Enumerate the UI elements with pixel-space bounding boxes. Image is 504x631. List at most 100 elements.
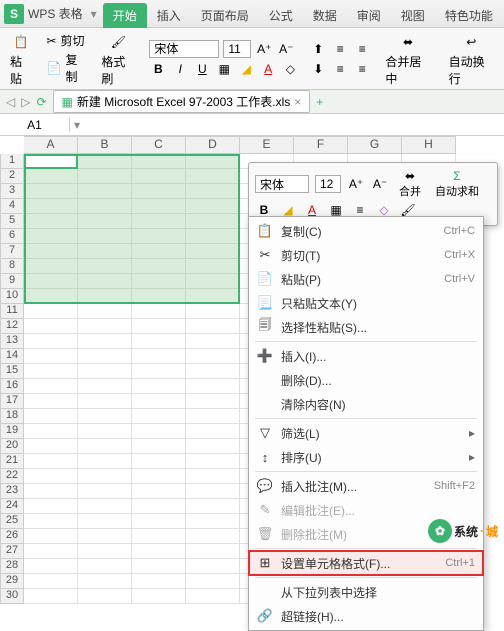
cell[interactable]	[132, 349, 186, 364]
align-bottom-icon[interactable]: ⬇	[309, 60, 327, 78]
cell[interactable]	[78, 529, 132, 544]
cell[interactable]	[78, 514, 132, 529]
cell[interactable]	[132, 574, 186, 589]
tab-特色功能[interactable]: 特色功能	[435, 3, 503, 28]
cell[interactable]	[78, 589, 132, 604]
cell[interactable]	[24, 574, 78, 589]
tab-公式[interactable]: 公式	[259, 3, 303, 28]
wrap-text-button[interactable]: ↩ 自动换行	[445, 29, 498, 89]
col-header-B[interactable]: B	[78, 136, 132, 154]
menu-item-插入I[interactable]: ➕插入(I)...	[249, 344, 483, 368]
row-header-19[interactable]: 19	[0, 424, 24, 439]
tab-审阅[interactable]: 审阅	[347, 3, 391, 28]
cell[interactable]	[24, 184, 78, 199]
document-tab[interactable]: ▦ 新建 Microsoft Excel 97-2003 工作表.xls ×	[53, 90, 311, 113]
row-header-3[interactable]: 3	[0, 184, 24, 199]
cell[interactable]	[78, 544, 132, 559]
cell[interactable]	[78, 289, 132, 304]
cell[interactable]	[78, 304, 132, 319]
cell[interactable]	[78, 244, 132, 259]
cell[interactable]	[186, 439, 240, 454]
cell[interactable]	[24, 394, 78, 409]
cell[interactable]	[132, 529, 186, 544]
cell[interactable]	[132, 379, 186, 394]
mini-decrease-font-icon[interactable]: A⁻	[371, 175, 389, 193]
col-header-C[interactable]: C	[132, 136, 186, 154]
mini-autosum-button[interactable]: Σ 自动求和	[431, 169, 483, 199]
cell[interactable]	[186, 229, 240, 244]
cell[interactable]	[186, 274, 240, 289]
col-header-G[interactable]: G	[348, 136, 402, 154]
cell[interactable]	[186, 319, 240, 334]
cell[interactable]	[186, 304, 240, 319]
cell[interactable]	[186, 589, 240, 604]
cell[interactable]	[132, 229, 186, 244]
cell[interactable]	[132, 364, 186, 379]
cell[interactable]	[78, 499, 132, 514]
cell[interactable]	[24, 589, 78, 604]
cell[interactable]	[132, 319, 186, 334]
cell[interactable]	[78, 364, 132, 379]
menu-item-排序U[interactable]: ↕排序(U)▸	[249, 445, 483, 469]
cell[interactable]	[132, 394, 186, 409]
row-headers[interactable]: 1234567891011121314151617181920212223242…	[0, 154, 24, 604]
font-name-select[interactable]	[149, 40, 219, 58]
row-header-8[interactable]: 8	[0, 259, 24, 274]
cell[interactable]	[132, 244, 186, 259]
column-headers[interactable]: ABCDEFGH	[24, 136, 504, 154]
clear-format-icon[interactable]: ◇	[281, 60, 299, 78]
row-header-15[interactable]: 15	[0, 364, 24, 379]
namebox-dropdown-icon[interactable]: ▾	[70, 118, 84, 132]
cell[interactable]	[24, 409, 78, 424]
row-header-12[interactable]: 12	[0, 319, 24, 334]
cell[interactable]	[24, 349, 78, 364]
format-painter-button[interactable]: 🖌 格式刷	[97, 29, 139, 89]
cell[interactable]	[132, 409, 186, 424]
col-header-F[interactable]: F	[294, 136, 348, 154]
cell[interactable]	[24, 499, 78, 514]
cell[interactable]	[186, 469, 240, 484]
cell[interactable]	[24, 529, 78, 544]
cell[interactable]	[78, 574, 132, 589]
row-header-30[interactable]: 30	[0, 589, 24, 604]
row-header-21[interactable]: 21	[0, 454, 24, 469]
underline-icon[interactable]: U	[193, 60, 211, 78]
name-box[interactable]: A1	[0, 118, 70, 132]
tab-数据[interactable]: 数据	[303, 3, 347, 28]
cell[interactable]	[24, 454, 78, 469]
row-header-6[interactable]: 6	[0, 229, 24, 244]
tab-插入[interactable]: 插入	[147, 3, 191, 28]
font-size-select[interactable]	[223, 40, 251, 58]
cell[interactable]	[186, 289, 240, 304]
col-header-H[interactable]: H	[402, 136, 456, 154]
cell[interactable]	[24, 379, 78, 394]
cut-button[interactable]: 剪切	[61, 32, 85, 49]
cell[interactable]	[186, 499, 240, 514]
menu-item-只粘贴文本Y[interactable]: 📃只粘贴文本(Y)	[249, 291, 483, 315]
row-header-7[interactable]: 7	[0, 244, 24, 259]
align-center-icon[interactable]: ≡	[331, 60, 349, 78]
cell[interactable]	[78, 199, 132, 214]
cell[interactable]	[24, 199, 78, 214]
cell[interactable]	[24, 274, 78, 289]
cell[interactable]	[186, 484, 240, 499]
paste-button[interactable]: 📋 粘贴	[6, 29, 36, 89]
cell[interactable]	[186, 244, 240, 259]
cell[interactable]	[78, 259, 132, 274]
menu-item-删除D[interactable]: 删除(D)...	[249, 368, 483, 392]
cell[interactable]	[24, 439, 78, 454]
col-header-E[interactable]: E	[240, 136, 294, 154]
menu-item-复制C[interactable]: 📋复制(C)Ctrl+C	[249, 219, 483, 243]
cell[interactable]	[186, 379, 240, 394]
cell[interactable]	[78, 409, 132, 424]
align-middle-icon[interactable]: ≡	[331, 40, 349, 58]
cell[interactable]	[24, 559, 78, 574]
cell[interactable]	[132, 454, 186, 469]
cell[interactable]	[132, 514, 186, 529]
cell[interactable]	[186, 349, 240, 364]
cell[interactable]	[186, 364, 240, 379]
cell[interactable]	[132, 214, 186, 229]
cell[interactable]	[78, 154, 132, 169]
bold-icon[interactable]: B	[149, 60, 167, 78]
cell[interactable]	[78, 229, 132, 244]
